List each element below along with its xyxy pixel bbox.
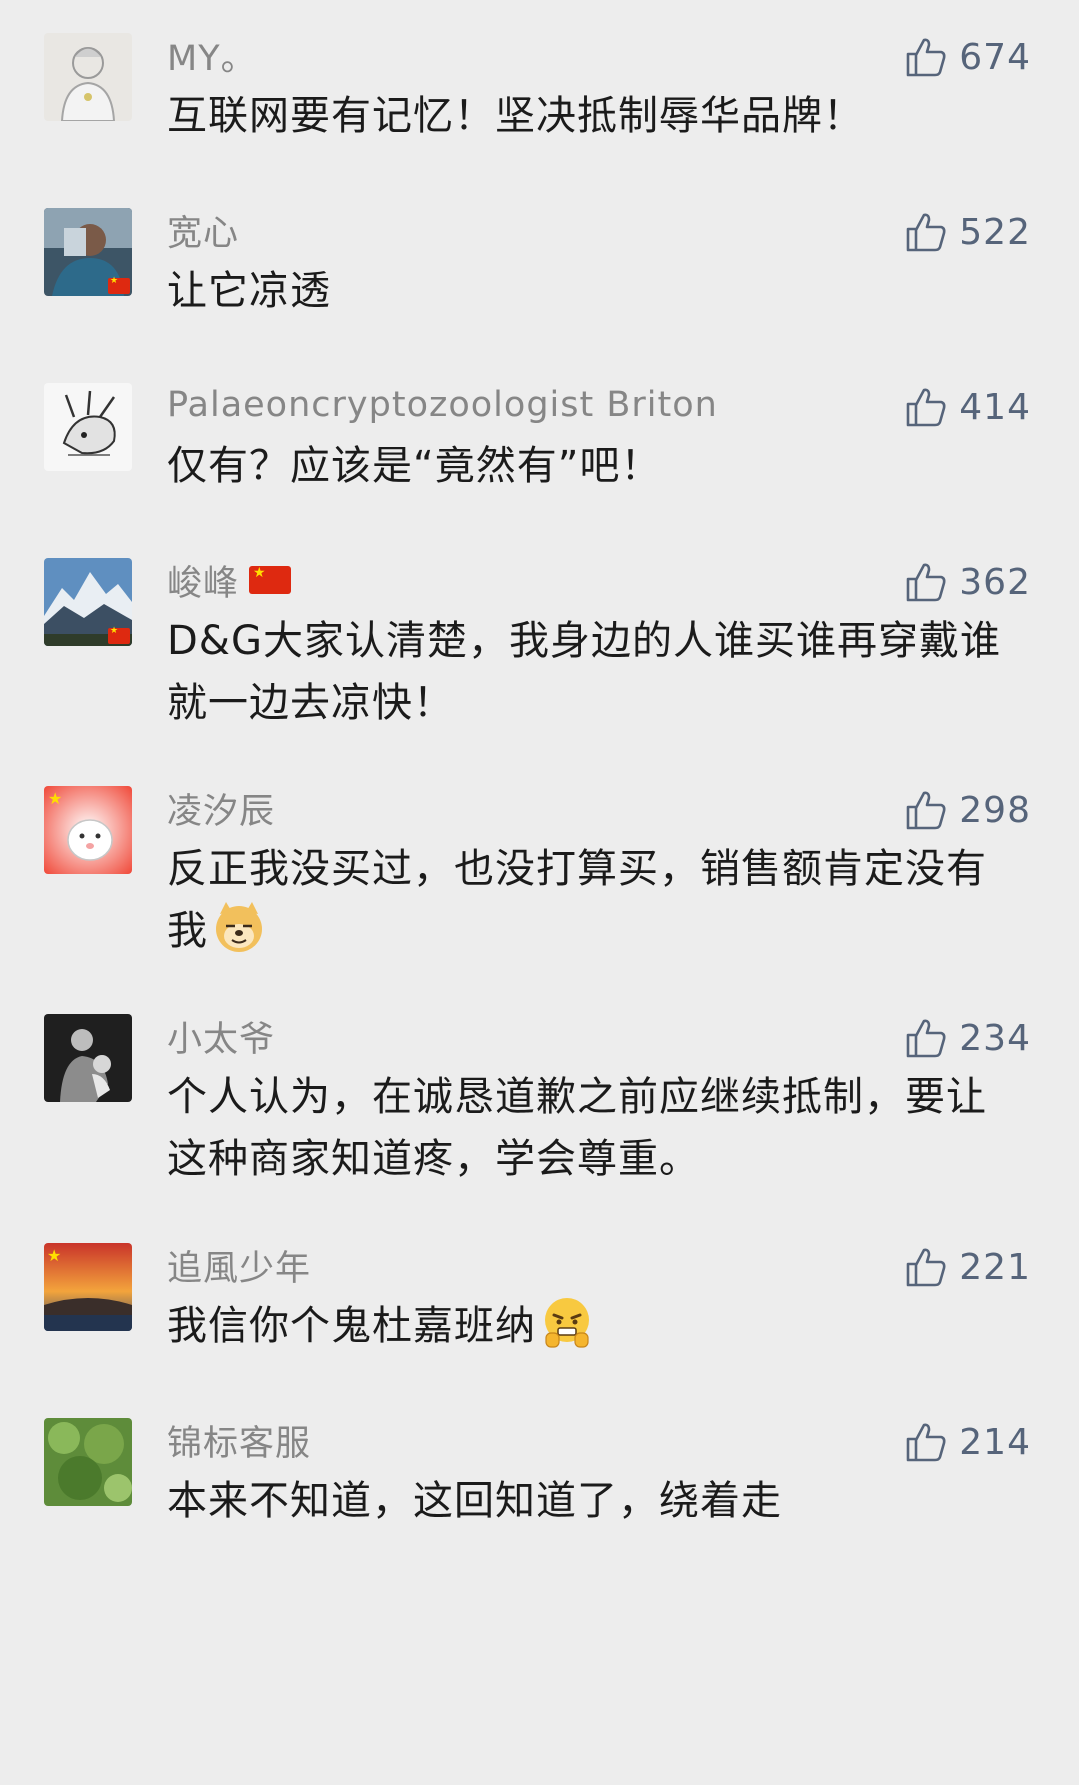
comment-author: 锦标客服 (167, 1418, 311, 1464)
comment-text: 互联网要有记忆！坚决抵制辱华品牌！ (167, 93, 864, 139)
comment-author: 凌汐辰 (167, 786, 275, 832)
china-flag-icon (249, 565, 292, 594)
author-name[interactable]: 小太爷 (167, 1011, 275, 1062)
author-name[interactable]: Palaeoncryptozoologist Briton (167, 385, 718, 425)
like-count: 362 (959, 561, 1031, 603)
thumbs-up-icon (906, 563, 946, 602)
flag-badge-icon (108, 276, 130, 294)
like-count: 674 (959, 36, 1031, 78)
like-count: 214 (959, 1421, 1031, 1463)
comment-text-body: 我信你个鬼杜嘉班纳 (167, 1303, 536, 1349)
comment-text: 本来不知道，这回知道了，绕着走 (167, 1478, 782, 1524)
doge-emoji-icon (212, 900, 266, 954)
comment-author: MY。 (167, 33, 257, 79)
like-count: 298 (959, 789, 1031, 831)
thumbs-up-icon (906, 38, 946, 77)
avatar[interactable]: ★ (44, 786, 132, 874)
author-name[interactable]: MY。 (167, 30, 257, 81)
flag-badge-icon (108, 626, 130, 644)
like-button[interactable]: 234 (905, 1014, 1031, 1062)
author-name[interactable]: 宽心 (167, 205, 239, 256)
comment-text: 反正我没买过，也没打算买，销售额肯定没有我 (167, 838, 1027, 962)
like-button[interactable]: 522 (905, 208, 1031, 256)
avatar[interactable] (44, 558, 132, 646)
like-count: 221 (959, 1246, 1031, 1288)
like-button[interactable]: 298 (905, 786, 1031, 834)
comment-author: 小太爷 (167, 1014, 275, 1060)
like-button[interactable]: 674 (905, 33, 1031, 81)
grimace-emoji-icon (540, 1295, 594, 1349)
author-name[interactable]: 锦标客服 (167, 1415, 311, 1466)
like-button[interactable]: 362 (905, 558, 1031, 606)
avatar[interactable]: ★ (44, 1243, 132, 1331)
svg-text:★: ★ (47, 1246, 61, 1265)
author-name[interactable]: 追風少年 (167, 1240, 311, 1291)
comment-text-body: 反正我没买过，也没打算买，销售额肯定没有我 (167, 846, 987, 954)
thumbs-up-icon (906, 388, 946, 427)
thumbs-up-icon (906, 213, 946, 252)
comment-text: D&G大家认清楚，我身边的人谁买谁再穿戴谁就一边去凉快！ (167, 618, 1001, 726)
comment-list: MY。 674 互联网要有记忆！坚决抵制辱华品牌！ 宽心 522 让它凉透 (0, 0, 1079, 1785)
like-count: 414 (959, 386, 1031, 428)
thumbs-up-icon (906, 791, 946, 830)
avatar[interactable] (44, 1014, 132, 1102)
comment-author: Palaeoncryptozoologist Briton (167, 383, 718, 427)
author-name[interactable]: 凌汐辰 (167, 783, 275, 834)
comment-text: 仅有？应该是“竟然有”吧！ (167, 443, 662, 489)
svg-text:★: ★ (48, 789, 62, 808)
like-button[interactable]: 214 (905, 1418, 1031, 1466)
comment-author: 宽心 (167, 208, 239, 254)
comment-author: 追風少年 (167, 1243, 311, 1289)
comment-author: 峻峰 (167, 558, 292, 604)
like-count: 522 (959, 211, 1031, 253)
comment-text: 让它凉透 (167, 268, 331, 314)
avatar[interactable] (44, 1418, 132, 1506)
thumbs-up-icon (906, 1248, 946, 1287)
like-button[interactable]: 414 (905, 383, 1031, 431)
comment-text: 我信你个鬼杜嘉班纳 (167, 1295, 1027, 1357)
avatar[interactable] (44, 383, 132, 471)
thumbs-up-icon (906, 1019, 946, 1058)
avatar[interactable] (44, 208, 132, 296)
like-button[interactable]: 221 (905, 1243, 1031, 1291)
comment-text: 个人认为，在诚恳道歉之前应继续抵制，要让这种商家知道疼，学会尊重。 (167, 1074, 987, 1182)
avatar[interactable] (44, 33, 132, 121)
thumbs-up-icon (906, 1423, 946, 1462)
like-count: 234 (959, 1017, 1031, 1059)
author-name[interactable]: 峻峰 (167, 555, 239, 606)
